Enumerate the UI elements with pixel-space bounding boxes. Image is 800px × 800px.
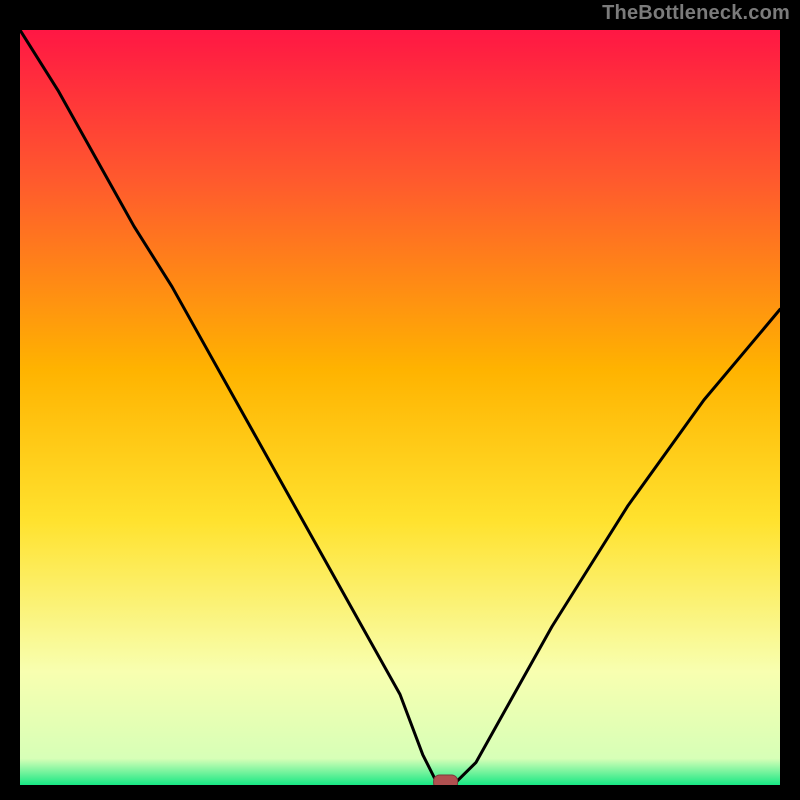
chart-svg — [20, 30, 780, 785]
watermark-text: TheBottleneck.com — [602, 2, 790, 25]
gradient-background — [20, 30, 780, 785]
optimum-marker — [434, 775, 458, 785]
chart-stage: TheBottleneck.com — [0, 0, 800, 800]
plot-frame — [20, 30, 780, 785]
